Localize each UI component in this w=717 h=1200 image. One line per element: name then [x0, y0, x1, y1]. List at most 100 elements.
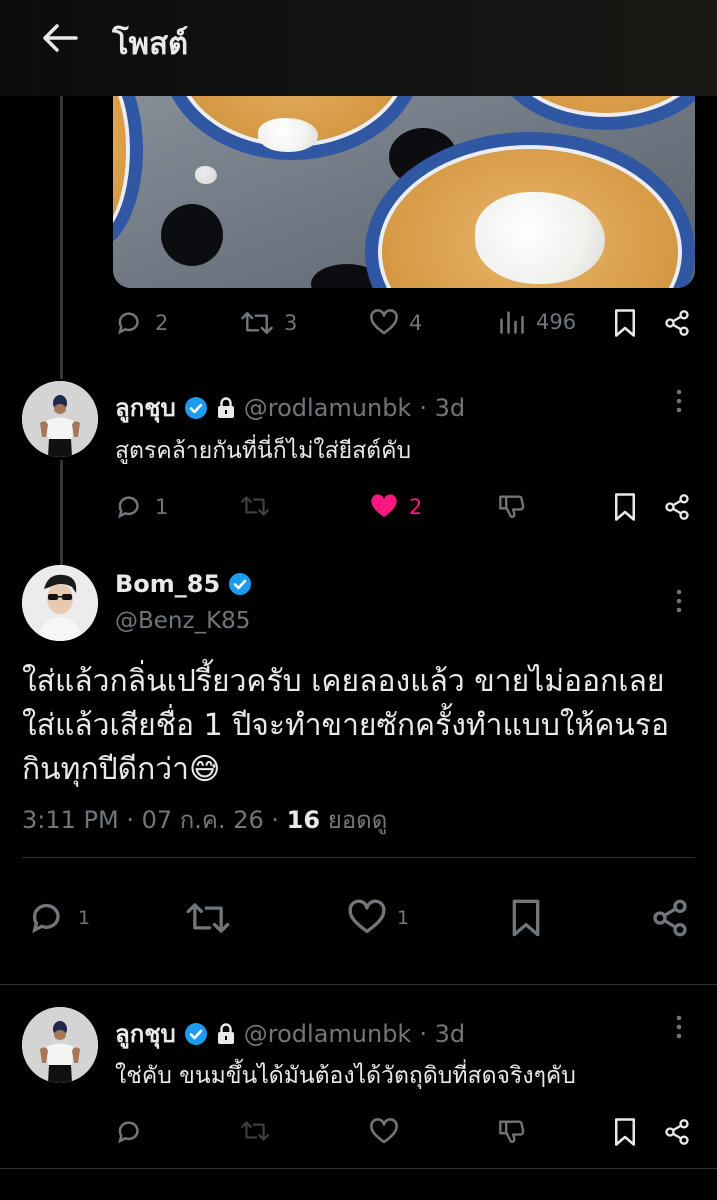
bookmark-icon	[615, 493, 635, 521]
dislike-button[interactable]	[498, 1117, 526, 1145]
display-name[interactable]: ลูกชุบ	[115, 388, 176, 427]
more-options-button[interactable]	[664, 1012, 694, 1042]
views-count: 16	[286, 806, 321, 834]
person-photo	[22, 565, 98, 641]
avatar[interactable]	[22, 565, 98, 641]
reply-icon	[32, 903, 60, 934]
repost-button[interactable]	[185, 898, 231, 938]
share-icon	[665, 310, 689, 336]
heart-icon	[370, 309, 398, 335]
post-time: · 3d	[419, 1019, 466, 1048]
handle[interactable]: @rodlamunbk	[244, 1020, 412, 1048]
like-button[interactable]: 1	[347, 898, 409, 938]
post-text: ใส่แล้วกลิ่นเปรี้ยวครับ เคยลองแล้ว ขายไม…	[22, 660, 702, 792]
post-text-line: กินทุกปีดีกว่า😅	[22, 752, 221, 787]
top-bar: โพสต์	[0, 0, 717, 96]
reply-count: 1	[155, 495, 169, 519]
repost-icon	[241, 496, 269, 516]
reply-button[interactable]: 2	[115, 308, 168, 338]
bookmark-button[interactable]	[612, 492, 638, 522]
heart-icon	[348, 899, 386, 933]
back-button[interactable]	[36, 16, 84, 60]
reply-count: 2	[155, 311, 169, 335]
reply-author: ลูกชุบ @rodlamunbk · 3d	[115, 388, 465, 427]
views-button[interactable]: 496	[498, 308, 576, 336]
repost-count: 3	[284, 311, 298, 335]
reply-button[interactable]	[115, 1117, 145, 1147]
repost-icon	[186, 903, 230, 933]
reply-text: สูตรคล้ายกันที่นี่ก็ไม่ใส่ยีสต์คับ	[115, 438, 412, 464]
post-text-line: ใส่แล้วกลิ่นเปรี้ยวครับ เคยลองแล้ว ขายไม…	[22, 664, 665, 699]
like-count: 4	[409, 311, 423, 335]
like-count: 1	[397, 907, 410, 929]
person-photo	[22, 1007, 98, 1083]
divider	[0, 984, 717, 985]
share-icon	[665, 494, 689, 520]
share-icon	[665, 1119, 689, 1145]
lock-icon	[217, 1022, 234, 1044]
bookmark-button[interactable]	[612, 1117, 638, 1147]
reply-icon	[118, 496, 139, 519]
reply-count: 1	[78, 907, 91, 929]
avatar[interactable]	[22, 1007, 98, 1083]
share-button[interactable]	[650, 898, 690, 938]
heart-icon	[370, 1118, 398, 1144]
post-author: Bom_85	[115, 570, 252, 598]
repost-button[interactable]	[240, 1117, 270, 1145]
reply-icon	[118, 312, 139, 335]
page-title: โพสต์	[112, 26, 189, 62]
verified-badge-icon	[184, 396, 207, 419]
repost-button[interactable]	[240, 492, 270, 520]
like-count: 2	[409, 495, 423, 519]
views-label: ยอดดู	[320, 806, 388, 834]
post-meta: 3:11 PM · 07 ก.ค. 26 · 16 ยอดดู	[22, 800, 387, 839]
analytics-icon	[500, 311, 524, 334]
more-vertical-icon	[676, 589, 682, 613]
thread-line	[60, 96, 63, 379]
bookmark-icon	[615, 309, 635, 337]
lock-icon	[217, 396, 234, 418]
more-vertical-icon	[676, 1015, 682, 1039]
more-vertical-icon	[676, 389, 682, 413]
views-count: 496	[536, 310, 577, 334]
reply-button[interactable]: 1	[115, 492, 168, 522]
reply-button[interactable]: 1	[28, 898, 90, 938]
divider	[0, 1168, 717, 1169]
share-button[interactable]	[663, 308, 691, 338]
display-name[interactable]: Bom_85	[115, 570, 220, 598]
avatar[interactable]	[22, 381, 98, 457]
dislike-button[interactable]	[498, 492, 526, 520]
share-button[interactable]	[663, 492, 691, 522]
thumbs-down-icon	[499, 495, 525, 518]
share-icon	[653, 899, 687, 937]
more-options-button[interactable]	[664, 586, 694, 616]
divider	[22, 857, 695, 858]
repost-button[interactable]: 3	[240, 308, 297, 338]
heart-filled-icon	[371, 494, 397, 517]
more-options-button[interactable]	[664, 386, 694, 416]
like-button[interactable]: 4	[369, 308, 422, 338]
verified-badge-icon	[184, 1022, 207, 1045]
handle[interactable]: @rodlamunbk	[244, 394, 412, 422]
reply-icon	[118, 1121, 139, 1144]
thumbs-down-icon	[499, 1120, 525, 1143]
bookmark-button[interactable]	[509, 898, 543, 938]
post-time: · 3d	[419, 393, 466, 422]
like-button[interactable]	[369, 1117, 399, 1147]
repost-icon	[241, 312, 273, 334]
verified-badge-icon	[229, 573, 252, 595]
like-button[interactable]: 2	[369, 492, 422, 522]
bookmark-icon	[615, 1118, 635, 1146]
arrow-left-icon	[43, 24, 78, 52]
share-button[interactable]	[663, 1117, 691, 1147]
repost-icon	[241, 1121, 269, 1141]
person-photo	[22, 381, 98, 457]
post-text-line: ใส่แล้วเสียชื่อ 1 ปีจะทำขายซักครั้งทำแบบ…	[22, 708, 670, 743]
bookmark-button[interactable]	[612, 308, 638, 338]
display-name[interactable]: ลูกชุบ	[115, 1014, 176, 1053]
bookmark-icon	[512, 899, 540, 937]
handle[interactable]: @Benz_K85	[115, 608, 250, 634]
post-timestamp[interactable]: 3:11 PM · 07 ก.ค. 26 ·	[22, 806, 287, 834]
thread-line	[60, 460, 63, 565]
reply-author: ลูกชุบ @rodlamunbk · 3d	[115, 1014, 465, 1053]
